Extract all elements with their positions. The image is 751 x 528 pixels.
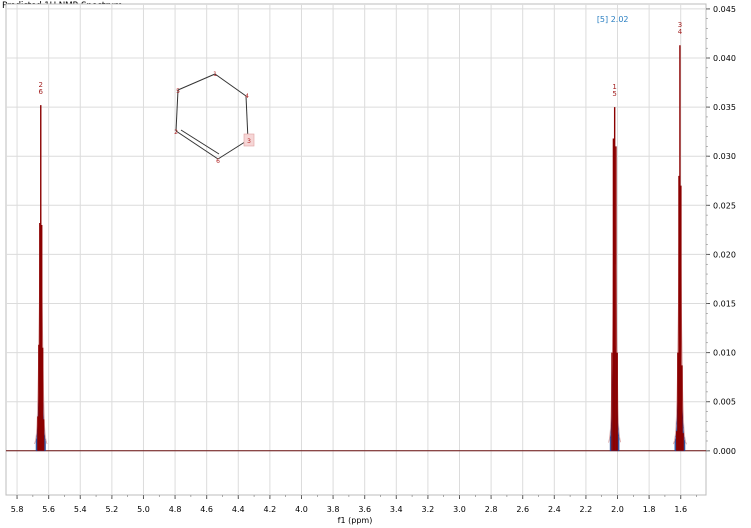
x-tick-label: 2.0 <box>611 505 624 514</box>
x-tick-label: 4.6 <box>200 505 213 514</box>
atom-label: 3 <box>247 138 251 145</box>
y-tick-label: 0.040 <box>713 54 736 63</box>
y-tick-label: 0.025 <box>713 201 736 210</box>
y-tick-label: 0.005 <box>713 398 736 407</box>
atom-label: 4 <box>245 93 249 100</box>
x-tick-label: 1.8 <box>643 505 656 514</box>
x-tick-label: 5.2 <box>106 505 119 514</box>
atom-label: 6 <box>216 158 220 165</box>
y-tick-label: 0.035 <box>713 103 736 112</box>
x-tick-label: 3.6 <box>358 505 371 514</box>
y-tick-label: 0.030 <box>713 152 736 161</box>
y-tick-label: 0.015 <box>713 300 736 309</box>
peak-label: 4 <box>678 28 683 36</box>
x-tick-label: 4.0 <box>295 505 308 514</box>
x-tick-label: 4.2 <box>264 505 277 514</box>
atom-label: 1 <box>213 71 217 78</box>
x-tick-label: 5.0 <box>137 505 150 514</box>
plot-frame <box>5 3 707 496</box>
y-tick-label: 0.020 <box>713 250 736 259</box>
x-tick-label: 1.6 <box>674 505 687 514</box>
x-tick-label: 4.8 <box>169 505 182 514</box>
x-tick-label: 5.4 <box>74 505 87 514</box>
x-tick-label: 3.2 <box>422 505 435 514</box>
x-tick-label: 5.6 <box>42 505 55 514</box>
peak-label: 5 <box>612 90 616 98</box>
x-tick-label: 2.4 <box>548 505 561 514</box>
x-tick-label: 2.6 <box>516 505 529 514</box>
y-tick-label: 0.045 <box>713 5 736 14</box>
y-tick-label: 0.000 <box>713 447 736 456</box>
x-tick-label: 2.2 <box>580 505 593 514</box>
nmr-spectrum-plot[interactable]: 5.8 5.6 5.4 5.2 5.0 4.8 4.6 4.4 4.2 4.0 3.8 3.6 3.4 3… <box>0 0 751 528</box>
x-axis-label: f1 (ppm) <box>338 516 373 525</box>
peak-label: 6 <box>39 88 44 96</box>
y-tick-label: 0.010 <box>713 349 736 358</box>
atom-label: 5 <box>176 88 180 95</box>
atom-label: 2 <box>174 129 178 136</box>
x-tick-label: 5.8 <box>11 505 24 514</box>
x-tick-label: 2.8 <box>485 505 498 514</box>
x-tick-label: 3.4 <box>390 505 403 514</box>
x-tick-label: 3.8 <box>327 505 340 514</box>
x-tick-label: 4.4 <box>232 505 245 514</box>
integral-label: [5] 2.02 <box>597 15 629 24</box>
x-tick-label: 3.0 <box>453 505 466 514</box>
